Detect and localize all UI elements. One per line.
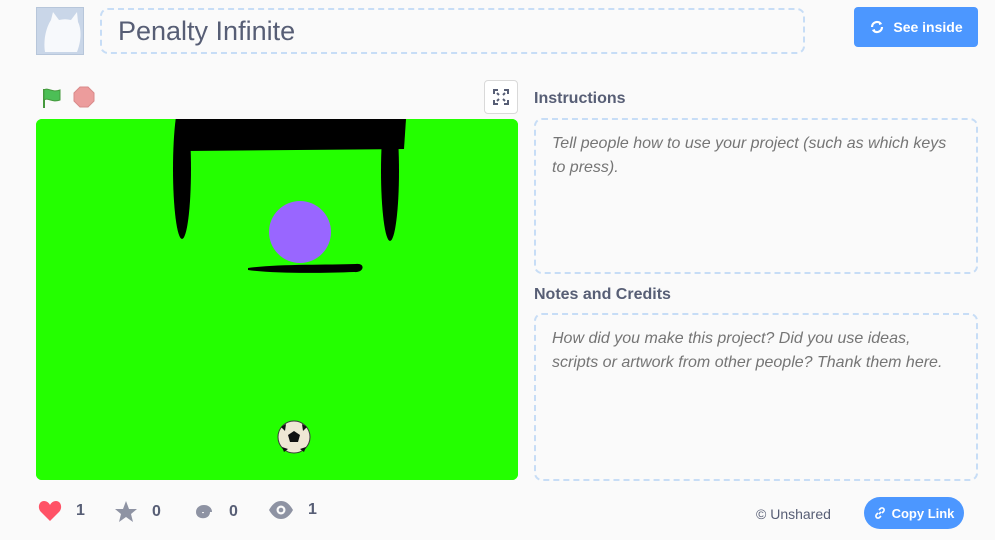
favorite-count: 0 [152,503,161,520]
instructions-textarea[interactable] [534,118,978,274]
remix-spiral-icon [195,505,212,519]
fullscreen-icon [493,89,509,105]
remix-arrows-icon [871,20,884,34]
share-status: © Unshared [756,506,831,522]
favorite-stat[interactable]: 0 [114,500,161,524]
see-inside-label: See inside [893,19,963,35]
love-stat[interactable]: 1 [38,500,85,522]
eye-icon [269,501,293,519]
instructions-heading: Instructions [534,90,626,107]
copy-link-label: Copy Link [891,505,955,521]
view-count: 1 [308,501,317,518]
green-flag-icon [43,88,61,108]
green-flag-button[interactable] [40,86,64,110]
goalkeeper-sprite [269,201,331,263]
project-title-input[interactable] [100,8,805,54]
star-icon [115,501,137,522]
view-stat: 1 [268,500,317,520]
copy-link-button[interactable]: Copy Link [864,497,964,529]
heart-icon [38,501,62,521]
remix-count: 0 [229,503,238,520]
stage-canvas [36,119,518,480]
ball-sprite [277,420,311,454]
cat-thumbnail-icon [37,8,83,54]
notes-textarea[interactable] [534,313,978,481]
see-inside-button[interactable]: See inside [854,7,978,47]
remix-stat: 0 [191,500,238,524]
project-thumbnail [36,7,84,55]
notes-heading: Notes and Credits [534,286,671,303]
link-icon [874,507,885,519]
fullscreen-button[interactable] [484,80,518,114]
project-stage[interactable] [36,119,518,480]
love-count: 1 [76,502,85,519]
stop-sign-icon [73,86,95,108]
stop-button[interactable] [73,86,95,108]
